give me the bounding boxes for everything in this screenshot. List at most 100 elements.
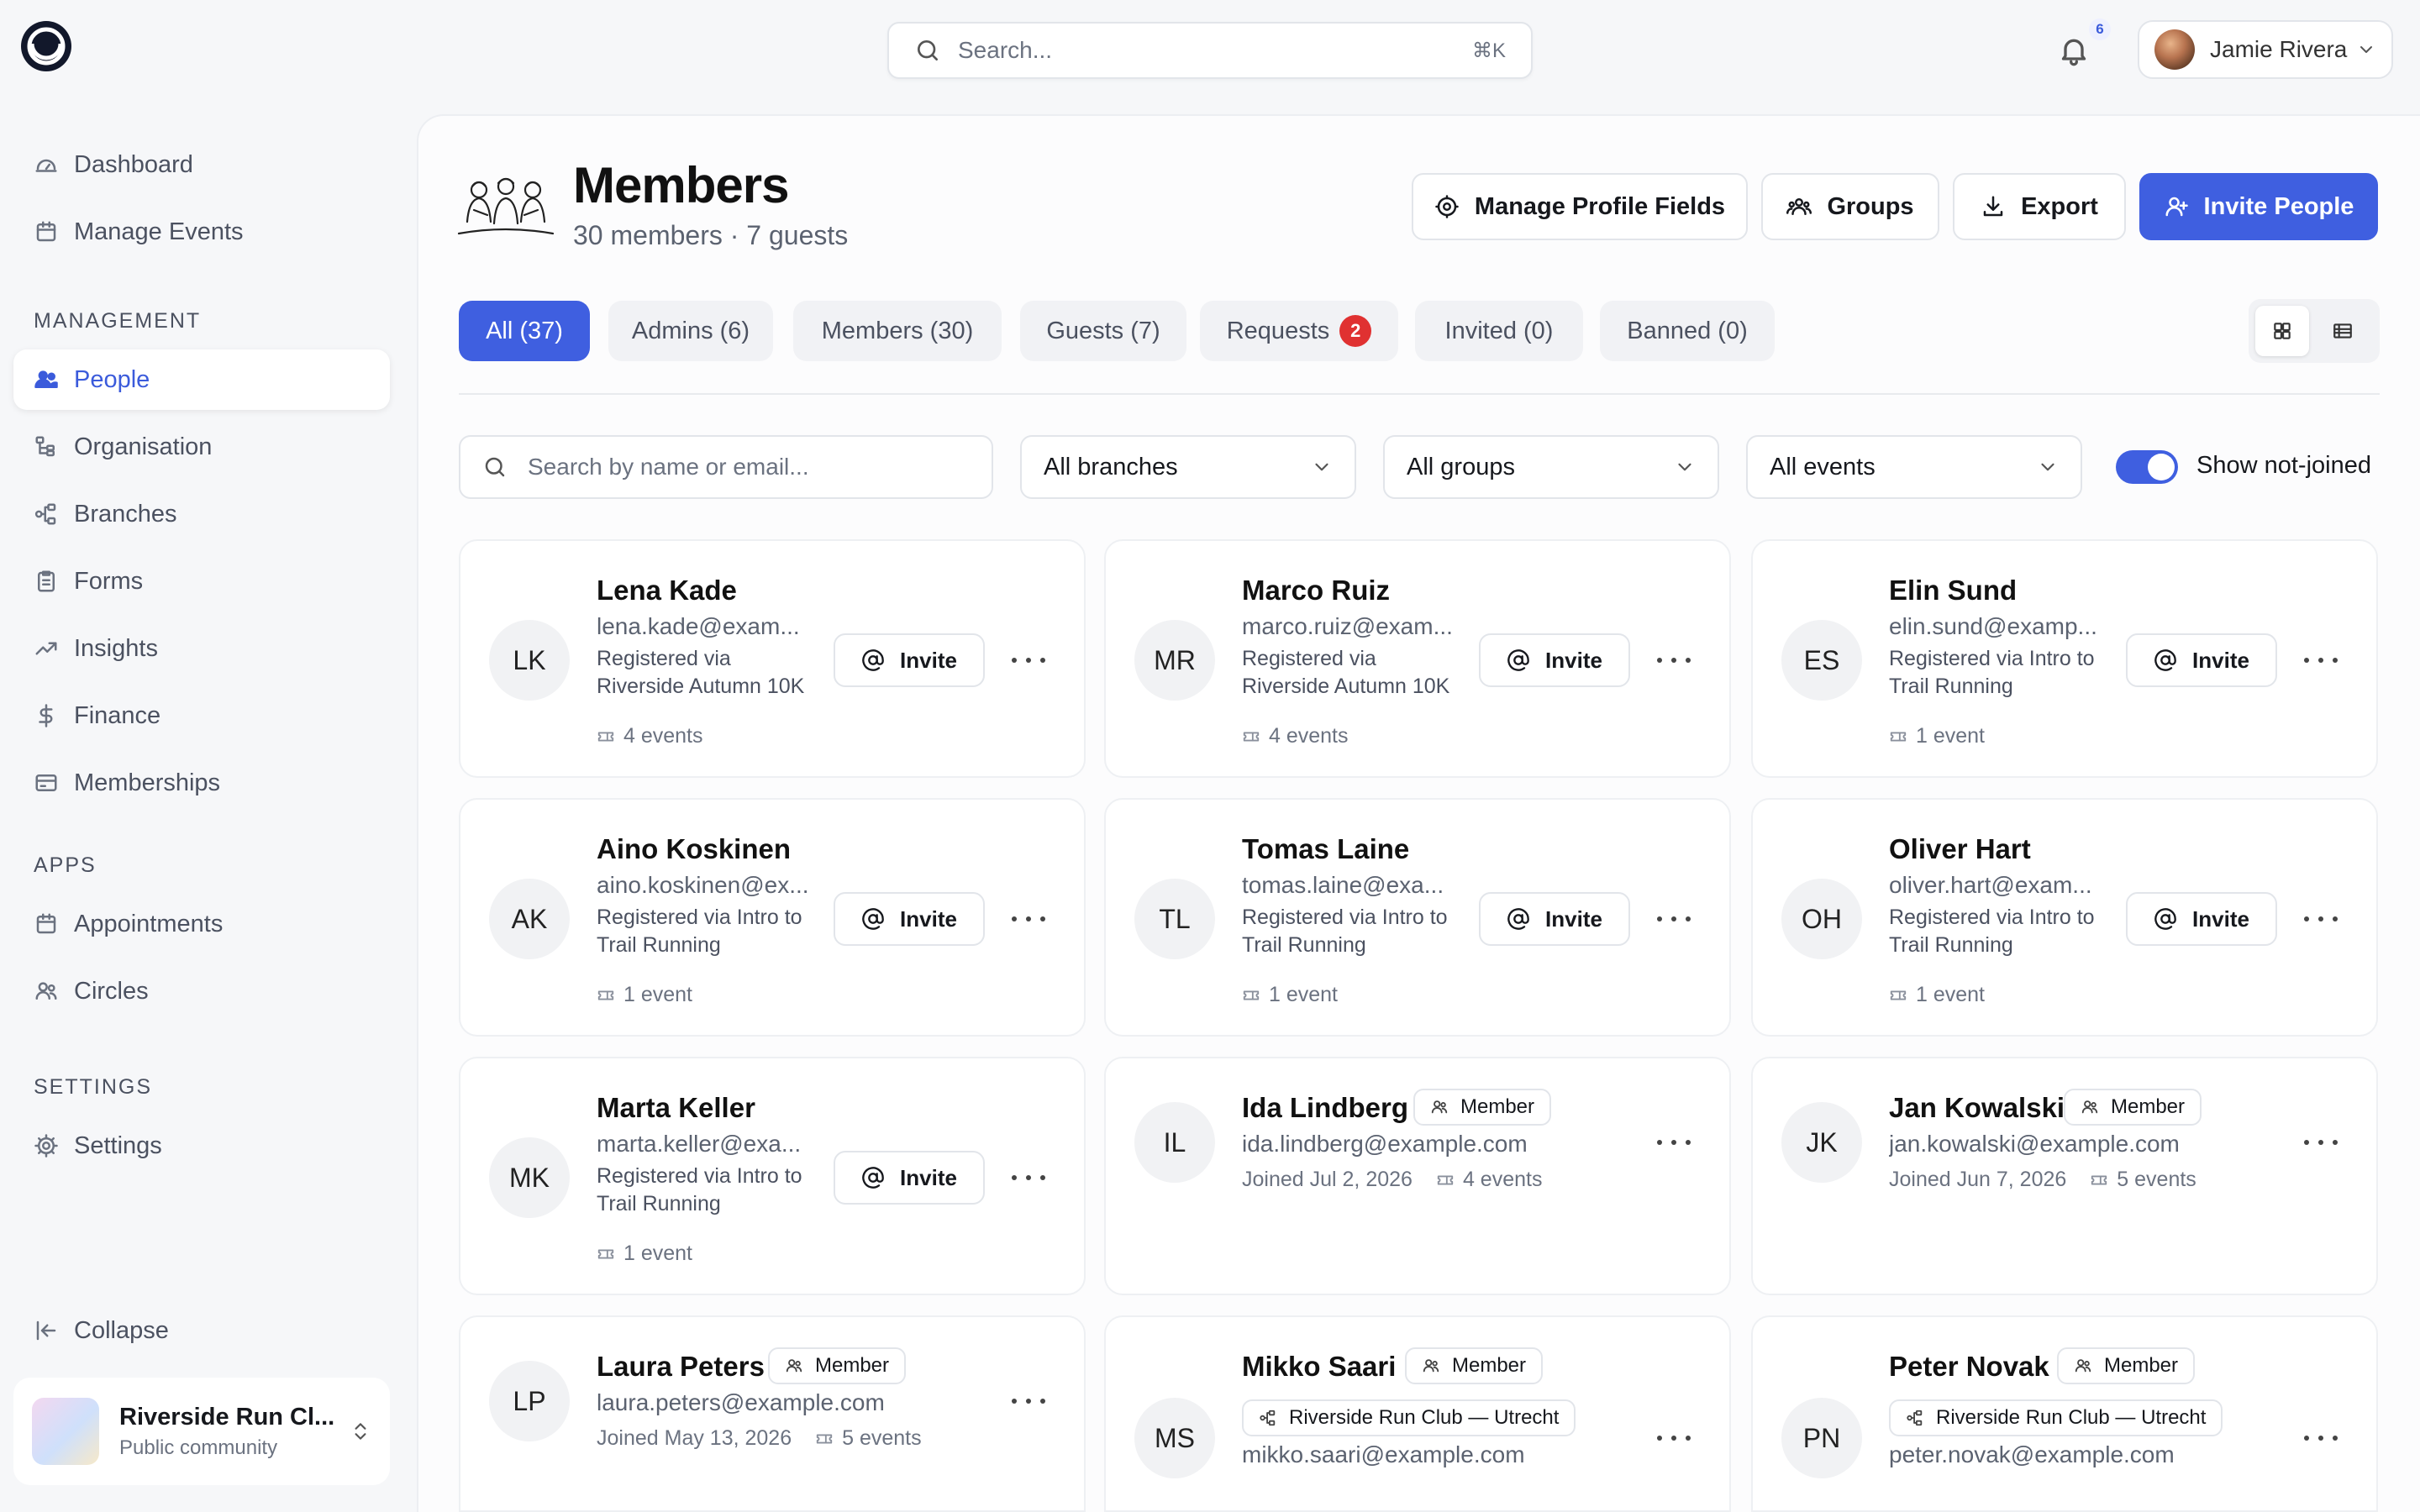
- more-options-icon[interactable]: [2304, 911, 2338, 927]
- sidebar-item-finance[interactable]: Finance: [13, 685, 390, 746]
- card-icon: [35, 774, 57, 791]
- invite-button[interactable]: Invite: [834, 1151, 985, 1205]
- branches-icon: [1907, 1410, 1923, 1426]
- event-count: 4 events: [597, 724, 703, 748]
- people-illustration-icon: [457, 171, 555, 240]
- branches-select[interactable]: All branches: [1020, 435, 1356, 499]
- sidebar-item-dashboard[interactable]: Dashboard: [13, 134, 390, 195]
- member-email: peter.novak@example.com: [1889, 1441, 2175, 1467]
- invite-people-button[interactable]: Invite People: [2139, 173, 2378, 240]
- more-options-icon[interactable]: [1657, 1134, 1691, 1151]
- tab-banned[interactable]: Banned (0): [1600, 301, 1775, 361]
- sidebar-item-memberships[interactable]: Memberships: [13, 753, 390, 813]
- at-sign-icon: [862, 649, 884, 671]
- button-label: Invite: [900, 906, 957, 932]
- ticket-icon: [597, 1249, 614, 1258]
- app-logo[interactable]: [18, 18, 74, 74]
- sidebar-item-branches[interactable]: Branches: [13, 484, 390, 544]
- tab-members[interactable]: Members (30): [793, 301, 1002, 361]
- avatar: ES: [1781, 620, 1862, 701]
- sidebar-item-label: Finance: [74, 701, 161, 729]
- button-label: Export: [2021, 192, 2098, 220]
- invite-button[interactable]: Invite: [834, 892, 985, 946]
- member-card[interactable]: ES Elin Sund elin.sund@examp... Register…: [1751, 539, 2378, 778]
- member-card[interactable]: TL Tomas Laine tomas.laine@exa... Regist…: [1104, 798, 1731, 1037]
- member-card[interactable]: AK Aino Koskinen aino.koskinen@ex... Reg…: [459, 798, 1086, 1037]
- member-card[interactable]: MK Marta Keller marta.keller@exa... Regi…: [459, 1057, 1086, 1295]
- invite-button[interactable]: Invite: [2126, 633, 2277, 687]
- user-menu[interactable]: Jamie Rivera: [2138, 20, 2393, 79]
- tab-invited[interactable]: Invited (0): [1415, 301, 1583, 361]
- member-card[interactable]: LP Laura Peters Member laura.peters@exam…: [459, 1315, 1086, 1512]
- grid-view-icon[interactable]: [2255, 306, 2309, 356]
- org-name: Riverside Run Cl...: [119, 1403, 335, 1431]
- events-select[interactable]: All events: [1746, 435, 2082, 499]
- org-switcher[interactable]: Riverside Run Cl... Public community: [13, 1378, 390, 1485]
- more-options-icon[interactable]: [2304, 652, 2338, 669]
- more-options-icon[interactable]: [1012, 1169, 1045, 1186]
- member-card[interactable]: OH Oliver Hart oliver.hart@exam... Regis…: [1751, 798, 2378, 1037]
- at-sign-icon: [2154, 649, 2176, 671]
- collapse-button[interactable]: Collapse: [13, 1300, 390, 1361]
- show-not-joined-toggle[interactable]: [2116, 450, 2178, 484]
- invite-button[interactable]: Invite: [1479, 633, 1630, 687]
- sidebar-item-settings[interactable]: Settings: [13, 1116, 390, 1176]
- calendar-icon: [36, 221, 56, 242]
- sidebar-item-people[interactable]: People: [13, 349, 390, 410]
- member-card[interactable]: MS Mikko Saari Member Riverside Run Club…: [1104, 1315, 1731, 1512]
- more-options-icon[interactable]: [1657, 652, 1691, 669]
- sidebar-item-insights[interactable]: Insights: [13, 618, 390, 679]
- groups-button[interactable]: Groups: [1761, 173, 1939, 240]
- chevron-down-icon: [1315, 463, 1328, 471]
- manage-profile-fields-button[interactable]: Manage Profile Fields: [1412, 173, 1748, 240]
- more-options-icon[interactable]: [2304, 1430, 2338, 1446]
- export-button[interactable]: Export: [1953, 173, 2126, 240]
- list-view-icon[interactable]: [2316, 306, 2370, 356]
- registration-source: Registered via Intro to Trail Running: [1889, 647, 2095, 698]
- member-card[interactable]: PN Peter Novak Member Riverside Run Club…: [1751, 1315, 2378, 1512]
- member-card[interactable]: JK Jan Kowalski Member jan.kowalski@exam…: [1751, 1057, 2378, 1295]
- org-subtitle: Public community: [119, 1436, 278, 1459]
- gear-icon: [34, 1134, 58, 1158]
- more-options-icon[interactable]: [1657, 911, 1691, 927]
- member-card[interactable]: MR Marco Ruiz marco.ruiz@exam... Registe…: [1104, 539, 1731, 778]
- groups-select[interactable]: All groups: [1383, 435, 1719, 499]
- member-name: Lena Kade: [597, 575, 737, 606]
- sidebar-item-circles[interactable]: Circles: [13, 961, 390, 1021]
- member-search-input[interactable]: Search by name or email...: [459, 435, 993, 499]
- avatar: IL: [1134, 1102, 1215, 1183]
- global-search[interactable]: Search... ⌘K: [887, 22, 1533, 79]
- branches-icon: [1260, 1410, 1276, 1426]
- tab-admins[interactable]: Admins (6): [608, 301, 773, 361]
- member-card[interactable]: LK Lena Kade lena.kade@exam... Registere…: [459, 539, 1086, 778]
- sidebar-item-organisation[interactable]: Organisation: [13, 417, 390, 477]
- more-options-icon[interactable]: [1012, 652, 1045, 669]
- more-options-icon[interactable]: [1657, 1430, 1691, 1446]
- search-placeholder: Search by name or email...: [528, 454, 809, 480]
- at-sign-icon: [2154, 908, 2176, 930]
- sidebar-item-forms[interactable]: Forms: [13, 551, 390, 612]
- event-count: 1 event: [1242, 983, 1338, 1007]
- collapse-label: Collapse: [74, 1316, 169, 1344]
- sidebar-item-manage-events[interactable]: Manage Events: [13, 202, 390, 262]
- branch-badge: Riverside Run Club — Utrecht: [1242, 1399, 1576, 1436]
- clipboard-icon: [38, 570, 55, 592]
- tab-all[interactable]: All (37): [459, 301, 590, 361]
- invite-button[interactable]: Invite: [834, 633, 985, 687]
- tab-requests[interactable]: Requests 2: [1200, 301, 1398, 361]
- avatar: LK: [489, 620, 570, 701]
- select-value: All events: [1770, 453, 1876, 480]
- member-card[interactable]: IL Ida Lindberg Member ida.lindberg@exam…: [1104, 1057, 1731, 1295]
- more-options-icon[interactable]: [1012, 1393, 1045, 1410]
- joined-date: Joined Jun 7, 2026: [1889, 1168, 2067, 1191]
- sidebar-item-appointments[interactable]: Appointments: [13, 894, 390, 954]
- tab-guests[interactable]: Guests (7): [1020, 301, 1186, 361]
- more-options-icon[interactable]: [1012, 911, 1045, 927]
- ticket-icon: [1243, 732, 1260, 741]
- hierarchy-icon: [35, 436, 55, 457]
- more-options-icon[interactable]: [2304, 1134, 2338, 1151]
- avatar: OH: [1781, 879, 1862, 959]
- bell-icon[interactable]: [2057, 32, 2091, 69]
- invite-button[interactable]: Invite: [2126, 892, 2277, 946]
- invite-button[interactable]: Invite: [1479, 892, 1630, 946]
